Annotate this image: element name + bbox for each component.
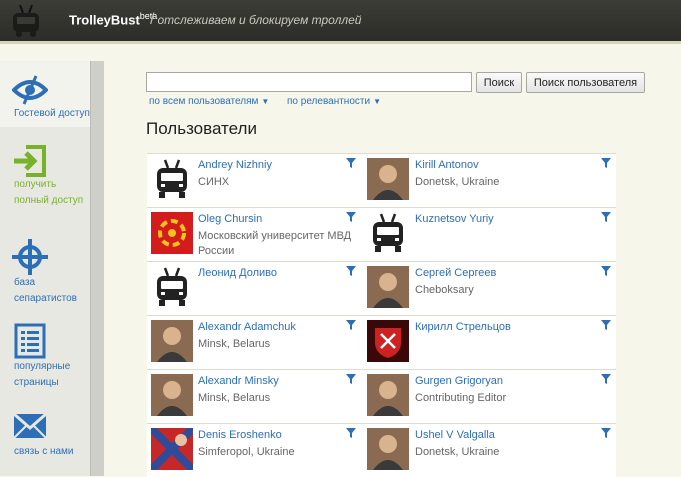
user-avatar[interactable] (367, 266, 409, 308)
user-avatar[interactable] (367, 428, 409, 470)
user-subtitle: Simferopol, Ukraine (198, 446, 295, 458)
brand-name[interactable]: TrolleyBustbeta (69, 11, 157, 27)
user-card: Denis Eroshenko Simferopol, Ukraine (147, 424, 381, 477)
top-bar: TrolleyBustbeta / отслеживаем и блокируем… (0, 0, 681, 41)
sidebar-item-contact[interactable]: связь с нами (0, 406, 90, 476)
sidebar-item-separatists-db[interactable]: база сепаратистов (0, 237, 90, 307)
user-card: Kirill Antonov Donetsk, Ukraine (365, 154, 616, 207)
sidebar-item-popular-pages[interactable]: популярные страницы (0, 321, 90, 391)
filter-icon[interactable] (346, 320, 356, 330)
eye-icon (12, 75, 48, 105)
user-subtitle: Cheboksary (415, 284, 474, 296)
user-card: Oleg Chursin Московский университет МВД Р… (147, 208, 381, 261)
user-name-link[interactable]: Denis Eroshenko (198, 429, 282, 441)
user-card: Andrey Nizhniy СИНХ (147, 154, 381, 207)
user-name-link[interactable]: Andrey Nizhniy (198, 159, 272, 171)
user-avatar[interactable] (151, 428, 193, 470)
user-card: Alexandr Minsky Minsk, Belarus (147, 370, 381, 423)
user-name-link[interactable]: Alexandr Adamchuk (198, 321, 296, 333)
sidebar-item-full-access[interactable]: получить полный доступ (0, 139, 90, 219)
sidebar: Гостевой доступ получить полный доступ б… (0, 61, 90, 476)
user-subtitle: Contributing Editor (415, 392, 507, 404)
user-name-link[interactable]: Леонид Доливо (198, 267, 277, 279)
user-card: Alexandr Adamchuk Minsk, Belarus (147, 316, 381, 369)
user-row: Alexandr Minsky Minsk, Belarus Gurgen Grig… (147, 369, 616, 423)
scope-filter-dropdown[interactable]: по всем пользователям ▼ (149, 96, 269, 107)
user-subtitle: Minsk, Belarus (198, 392, 271, 404)
trolleybus-avatar-icon[interactable] (151, 158, 193, 200)
filter-icon[interactable] (601, 266, 611, 276)
sidebar-item-guest-access[interactable]: Гостевой доступ (0, 61, 90, 127)
user-name-link[interactable]: Oleg Chursin (198, 213, 262, 225)
filter-icon[interactable] (346, 266, 356, 276)
sidebar-scrollbar[interactable] (90, 61, 104, 476)
user-subtitle: Minsk, Belarus (198, 338, 271, 350)
filter-icon[interactable] (346, 158, 356, 168)
user-card: Кирилл Стрельцов (365, 316, 616, 369)
user-name-link[interactable]: Кирилл Стрельцов (415, 321, 511, 333)
filter-icon[interactable] (601, 158, 611, 168)
user-subtitle: Московский университет МВД России (198, 230, 352, 257)
filter-icon[interactable] (601, 428, 611, 438)
user-card: Ushel V Valgalla Donetsk, Ukraine (365, 424, 616, 477)
user-row: Oleg Chursin Московский университет МВД Р… (147, 207, 616, 261)
sort-filter-dropdown[interactable]: по релевантности ▼ (287, 96, 381, 107)
users-grid: Andrey Nizhniy СИНХ Kirill Antonov Donetsk,… (147, 153, 616, 477)
filter-icon[interactable] (346, 428, 356, 438)
search-input[interactable] (146, 72, 472, 92)
filter-icon[interactable] (346, 374, 356, 384)
filter-icon[interactable] (601, 320, 611, 330)
page-title: Пользователи (146, 119, 257, 138)
user-name-link[interactable]: Сергей Сергеев (415, 267, 496, 279)
user-card: Сергей Сергеев Cheboksary (365, 262, 616, 315)
caret-down-icon: ▼ (261, 97, 270, 106)
user-avatar[interactable] (151, 212, 193, 254)
list-icon (14, 323, 46, 359)
user-subtitle: СИНХ (198, 176, 230, 188)
user-row: Denis Eroshenko Simferopol, Ukraine Ushel … (147, 423, 616, 477)
user-row: Alexandr Adamchuk Minsk, Belarus Кирилл Ст… (147, 315, 616, 369)
crosshair-icon (12, 239, 48, 275)
user-name-link[interactable]: Ushel V Valgalla (415, 429, 495, 441)
user-avatar[interactable] (367, 320, 409, 362)
user-subtitle: Donetsk, Ukraine (415, 446, 500, 458)
user-row: Andrey Nizhniy СИНХ Kirill Antonov Donetsk,… (147, 153, 616, 207)
user-name-link[interactable]: Kirill Antonov (415, 159, 479, 171)
user-card: Kuznetsov Yuriy (365, 208, 616, 261)
user-name-link[interactable]: Alexandr Minsky (198, 375, 279, 387)
login-arrow-icon (14, 145, 46, 177)
trolleybus-avatar-icon[interactable] (367, 212, 409, 254)
trolleybus-logo-icon[interactable] (10, 4, 42, 38)
user-card: Леонид Доливо (147, 262, 381, 315)
trolleybus-avatar-icon[interactable] (151, 266, 193, 308)
user-avatar[interactable] (151, 374, 193, 416)
user-card: Gurgen Grigoryan Contributing Editor (365, 370, 616, 423)
user-avatar[interactable] (367, 158, 409, 200)
user-row: Леонид Доливо Сергей Сергеев Cheboksary (147, 261, 616, 315)
search-user-button[interactable]: Поиск пользователя (526, 72, 645, 93)
user-name-link[interactable]: Gurgen Grigoryan (415, 375, 503, 387)
slogan: / отслеживаем и блокируем троллей (150, 11, 362, 28)
user-subtitle: Donetsk, Ukraine (415, 176, 500, 188)
filter-icon[interactable] (601, 212, 611, 222)
user-name-link[interactable]: Kuznetsov Yuriy (415, 213, 494, 225)
header-divider (0, 41, 681, 44)
filter-icon[interactable] (601, 374, 611, 384)
filter-icon[interactable] (346, 212, 356, 222)
user-avatar[interactable] (367, 374, 409, 416)
search-button[interactable]: Поиск (476, 72, 522, 93)
envelope-icon (13, 412, 47, 439)
user-avatar[interactable] (151, 320, 193, 362)
caret-down-icon: ▼ (373, 97, 381, 106)
